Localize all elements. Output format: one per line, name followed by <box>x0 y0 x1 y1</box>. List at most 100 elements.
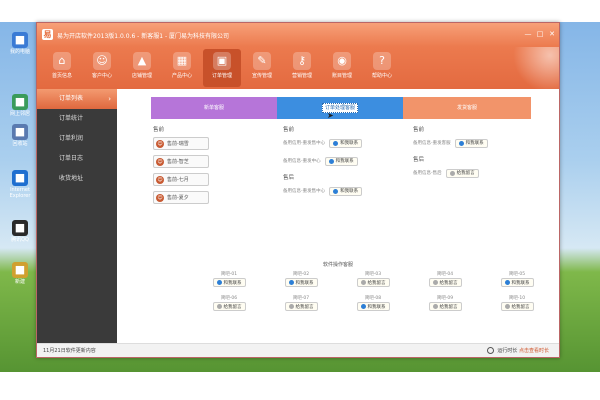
contact-me-button[interactable]: 和我联系 <box>329 138 363 148</box>
sidebar-item[interactable]: 订单日志 <box>37 149 117 169</box>
tab-new-order-service[interactable]: 新单客服 <box>151 97 277 119</box>
toolbar-item[interactable]: ⚷ 营销管理 <box>283 49 321 87</box>
ops-agent: 简吧-02 和我联系 <box>273 271 329 287</box>
leave-message-button[interactable]: 给我留言 <box>212 302 246 311</box>
store-icon: ▲ <box>133 52 151 70</box>
contact-me-button[interactable]: 和我联系 <box>356 302 390 311</box>
desktop-shortcut[interactable]: ■ Internet Explorer <box>4 170 36 199</box>
status-label: 给我留言 <box>511 304 530 310</box>
column-subheading: 售后 <box>413 157 425 163</box>
status-label: 和我联系 <box>340 141 359 146</box>
maximize-button[interactable]: □ <box>535 30 545 39</box>
contact-me-button[interactable]: 和我联系 <box>500 278 534 287</box>
leave-message-button[interactable]: 给我留言 <box>500 302 534 311</box>
user-avatar-icon: ☺ <box>156 193 164 202</box>
online-status-icon <box>216 280 222 285</box>
status-label: 给我留言 <box>367 280 386 286</box>
close-button[interactable]: ✕ <box>547 30 557 39</box>
status-label: 给我留言 <box>439 304 458 310</box>
status-label: 和我联系 <box>295 280 314 286</box>
sidebar-item-label: 收货地址 <box>59 175 84 182</box>
leave-message-button[interactable]: 给我留言 <box>428 278 462 287</box>
user-avatar-icon: ☺ <box>156 175 164 184</box>
tab-shipping-service[interactable]: 发货客服 <box>403 97 531 119</box>
contact-me-button[interactable]: 和我联系 <box>454 138 488 148</box>
folder-icon: ■ <box>12 262 28 278</box>
contact-me-button[interactable]: 和我联系 <box>212 278 246 287</box>
runtime-link[interactable]: 点击查看时长 <box>519 348 549 354</box>
network-icon: ■ <box>12 94 28 110</box>
sidebar-item[interactable]: 订单列表 › <box>37 89 117 109</box>
service-row: 备用信息-重发售中心 和我联系 <box>283 185 363 197</box>
contact-button[interactable]: ☺ 售前-瑞雪 <box>153 137 209 150</box>
contact-button[interactable]: ☺ 售前-七月 <box>153 173 209 186</box>
online-status-icon <box>333 140 339 146</box>
ops-agent-name: 简吧-09 <box>436 296 454 301</box>
contact-button[interactable]: ☺ 售前-智芝 <box>153 155 209 168</box>
title-bar: 易 易为开店软件2013版1.0.0.6 - 新客服1 - 厦门易为科技有限公司… <box>37 23 559 47</box>
leave-message-button[interactable]: 给我留言 <box>284 302 318 311</box>
toolbar-item[interactable]: ▣ 订单管理 <box>203 49 241 87</box>
service-name: 备用信息-重发客服 <box>413 141 451 146</box>
window-title: 易为开店软件2013版1.0.0.6 - 新客服1 - 厦门易为科技有限公司 <box>57 33 230 40</box>
minimize-button[interactable]: — <box>523 30 533 39</box>
ops-agent-name: 简吧-03 <box>364 272 382 277</box>
leave-message-button[interactable]: 给我留言 <box>445 168 479 178</box>
ops-agent-name: 简吧-06 <box>220 296 238 301</box>
online-status-icon <box>288 280 294 285</box>
status-label: 和我联系 <box>511 280 530 286</box>
ops-agent: 简吧-09 给我留言 <box>417 295 473 311</box>
desktop-shortcut[interactable]: ■ 我的电脑 <box>4 32 36 55</box>
online-status-icon <box>328 158 334 164</box>
user-icon: ☺ <box>93 52 111 70</box>
leave-message-button[interactable]: 给我留言 <box>428 302 462 311</box>
desktop-shortcut-label: 腾讯QQ <box>11 237 29 243</box>
toolbar-item[interactable]: ☺ 客户中心 <box>83 49 121 87</box>
ops-agent: 简吧-03 给我留言 <box>345 271 401 287</box>
contact-name: 售前-夏夕 <box>167 195 189 201</box>
toolbar-item[interactable]: ⌂ 首页信息 <box>43 49 81 87</box>
home-icon: ⌂ <box>53 52 71 70</box>
key-icon: ⚷ <box>293 52 311 70</box>
desktop-shortcut[interactable]: ■ 网上邻居 <box>4 94 36 117</box>
online-status-icon <box>333 188 339 194</box>
offline-status-icon <box>288 304 294 309</box>
contact-me-button[interactable]: 和我联系 <box>324 156 358 166</box>
contact-me-button[interactable]: 和我联系 <box>284 278 318 287</box>
service-name: 备用信息-售后 <box>413 171 442 176</box>
contact-button[interactable]: ☺ 售前-夏夕 <box>153 191 209 204</box>
megaphone-icon: ✎ <box>253 52 271 70</box>
column-heading: 售前 <box>153 127 165 133</box>
ops-agent-name: 简吧-10 <box>508 296 526 301</box>
sidebar-item[interactable]: 订单利润 <box>37 129 117 149</box>
toolbar-item[interactable]: ✎ 宣传管理 <box>243 49 281 87</box>
update-notice-link[interactable]: 11月21日软件更新内容 <box>43 347 96 354</box>
sidebar-item[interactable]: 收货地址 <box>37 169 117 189</box>
offline-status-icon <box>432 304 438 309</box>
tab-label: 新单客服 <box>203 105 224 111</box>
desktop-shortcut[interactable]: ■ 腾讯QQ <box>4 220 36 243</box>
toolbar-item-label: 宣传管理 <box>251 73 272 79</box>
computer-icon: ■ <box>12 32 28 48</box>
screen-top-border <box>0 0 600 22</box>
desktop-shortcut[interactable]: ■ 回收站 <box>4 124 36 147</box>
contact-name: 售前-智芝 <box>167 159 189 165</box>
mouse-pointer-icon: ➤ <box>327 111 334 120</box>
ops-section-title: 软件操作客服 <box>322 262 353 268</box>
desktop-shortcut[interactable]: ■ 新建 <box>4 262 36 285</box>
sidebar-item[interactable]: 订单统计 <box>37 109 117 129</box>
status-label: 和我联系 <box>367 304 386 310</box>
contact-me-button[interactable]: 和我联系 <box>329 186 363 196</box>
toolbar-item[interactable]: ? 帮助中心 <box>363 49 401 87</box>
ops-agent-name: 简吧-01 <box>220 272 238 277</box>
contact-name: 售前-瑞雪 <box>167 141 189 147</box>
toolbar-item[interactable]: ▲ 店铺管理 <box>123 49 161 87</box>
leave-message-button[interactable]: 给我留言 <box>356 278 390 287</box>
runtime-indicator: 运行时长 点击查看时长 <box>486 347 549 354</box>
toolbar-item[interactable]: ◉ 账目管理 <box>323 49 361 87</box>
toolbar-item[interactable]: ▦ 产品中心 <box>163 49 201 87</box>
toolbar-item-label: 首页信息 <box>51 73 72 79</box>
ops-agent: 简吧-06 给我留言 <box>201 295 257 311</box>
tab-order-processing-service[interactable]: 订单处理客服 <box>277 97 403 119</box>
ops-agent: 简吧-08 和我联系 <box>345 295 401 311</box>
